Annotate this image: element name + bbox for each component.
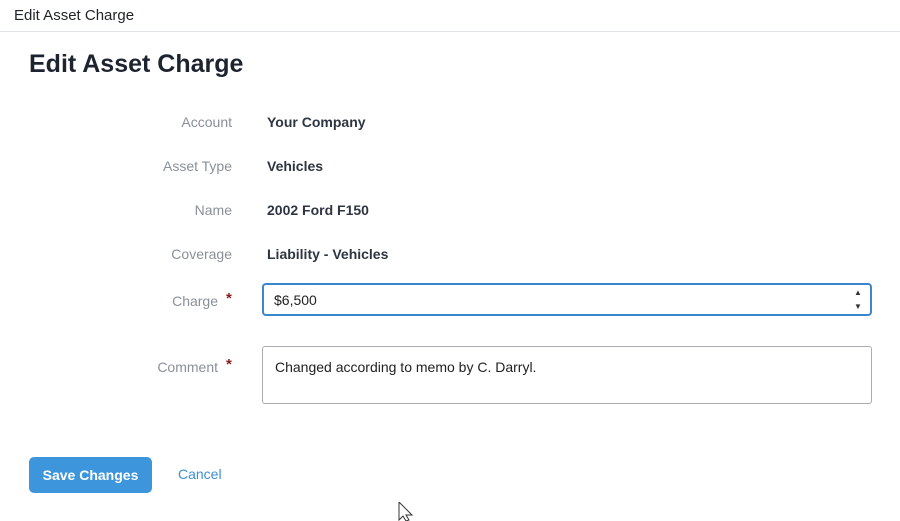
comment-required-marker: * bbox=[226, 356, 232, 373]
name-label: Name bbox=[194, 202, 232, 218]
asset-type-value: Vehicles bbox=[267, 158, 324, 174]
charge-required-marker: * bbox=[226, 290, 232, 307]
chevron-down-icon[interactable]: ▼ bbox=[852, 301, 864, 313]
cancel-link[interactable]: Cancel bbox=[178, 466, 222, 482]
charge-input[interactable] bbox=[274, 285, 834, 314]
charge-stepper[interactable]: ▲ ▼ bbox=[852, 286, 864, 313]
coverage-value: Liability - Vehicles bbox=[267, 246, 389, 262]
save-changes-button[interactable]: Save Changes bbox=[29, 457, 152, 493]
comment-field[interactable]: Changed according to memo by C. Darryl. bbox=[262, 346, 872, 404]
coverage-label: Coverage bbox=[171, 246, 232, 262]
mouse-pointer-icon bbox=[398, 502, 414, 521]
window-titlebar: Edit Asset Charge bbox=[0, 0, 900, 32]
account-label: Account bbox=[181, 114, 232, 130]
page-title: Edit Asset Charge bbox=[29, 50, 244, 78]
window-title: Edit Asset Charge bbox=[14, 7, 135, 24]
comment-label: Comment bbox=[157, 359, 218, 375]
charge-field[interactable]: ▲ ▼ bbox=[262, 283, 872, 316]
charge-label: Charge bbox=[172, 293, 218, 309]
chevron-up-icon[interactable]: ▲ bbox=[852, 287, 864, 299]
name-value: 2002 Ford F150 bbox=[267, 202, 369, 218]
account-value: Your Company bbox=[267, 114, 366, 130]
comment-textarea[interactable]: Changed according to memo by C. Darryl. bbox=[275, 359, 855, 399]
asset-type-label: Asset Type bbox=[162, 158, 232, 174]
